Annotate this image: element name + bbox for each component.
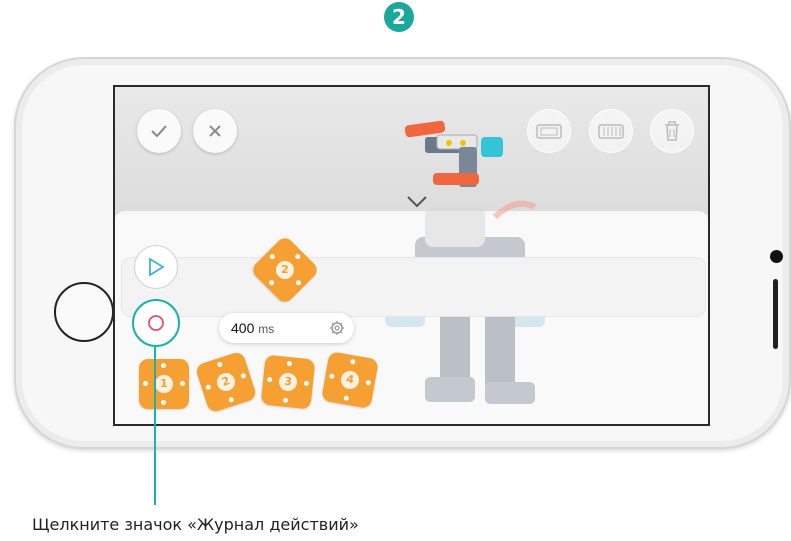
action-card-4[interactable]: 4	[321, 351, 379, 409]
duration-number: 400	[231, 320, 255, 336]
play-icon	[149, 257, 165, 277]
check-icon	[151, 125, 167, 138]
instruction-caption: Щелкните значок «Журнал действий»	[32, 515, 359, 534]
close-icon	[209, 125, 221, 137]
speaker-slot	[773, 279, 778, 349]
front-camera	[770, 250, 783, 263]
trash-icon	[665, 121, 679, 141]
action-card-3[interactable]: 3	[260, 354, 316, 410]
grid-icon	[598, 124, 624, 139]
duration-field[interactable]: 400 ms	[219, 313, 354, 343]
step-number-badge: 2	[384, 2, 414, 32]
gear-icon[interactable]	[329, 320, 345, 336]
action-card-number: 2	[214, 370, 238, 394]
action-card-1[interactable]: 1	[139, 359, 189, 409]
duration-unit: ms	[258, 322, 275, 336]
record-button[interactable]	[132, 299, 180, 347]
grid-button[interactable]	[589, 109, 633, 153]
action-tray	[121, 257, 706, 317]
app-screen: 2 400 ms 1 2 3 4	[113, 85, 710, 426]
duration-value: 400 ms	[231, 320, 274, 336]
record-icon	[148, 315, 164, 331]
cancel-button[interactable]	[193, 109, 237, 153]
trash-button[interactable]	[650, 109, 694, 153]
action-card-number: 4	[339, 369, 361, 391]
play-button[interactable]	[134, 245, 178, 289]
action-card-number: 1	[155, 375, 173, 393]
callout-line	[154, 345, 156, 505]
action-card-number: 3	[278, 372, 298, 392]
confirm-button[interactable]	[137, 109, 181, 153]
selected-action-number: 2	[276, 261, 294, 279]
home-button	[54, 282, 114, 342]
